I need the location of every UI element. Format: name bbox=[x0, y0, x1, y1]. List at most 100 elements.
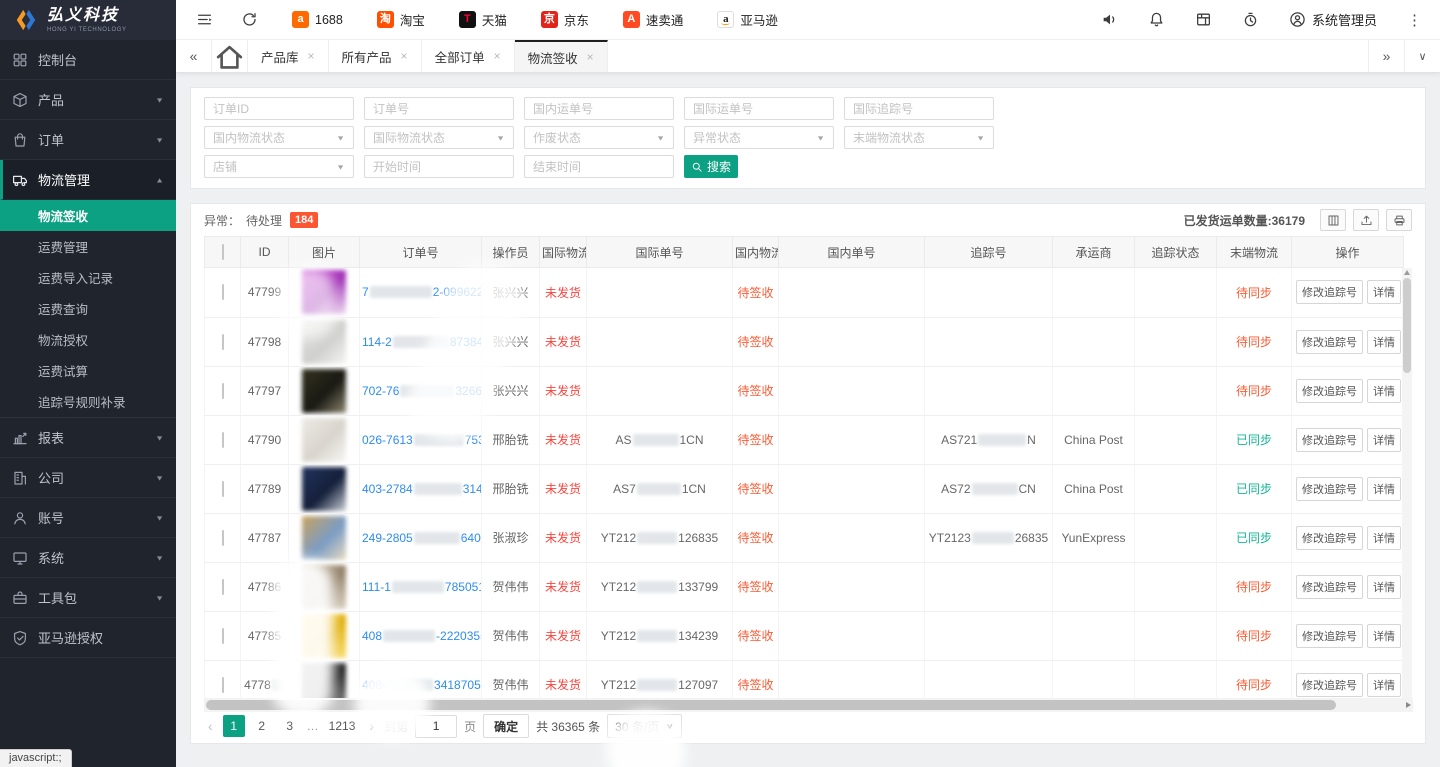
domestic-waybill-input[interactable] bbox=[524, 97, 674, 120]
product-image[interactable] bbox=[302, 516, 346, 560]
submenu-item-freight-manage[interactable]: 运费管理 bbox=[0, 231, 176, 262]
lastmile-status-select[interactable]: 末端物流状态▼ bbox=[844, 126, 994, 149]
tab-logistics-sign[interactable]: 物流签收× bbox=[515, 40, 608, 72]
prev-page-icon[interactable]: ‹ bbox=[205, 718, 216, 734]
marketplace-link-amazon[interactable]: a亚马逊 bbox=[717, 10, 778, 29]
marketplace-link-aliexpress[interactable]: A速卖通 bbox=[623, 10, 684, 29]
order-number-link[interactable]: 026-76137536 bbox=[362, 433, 482, 447]
home-tab[interactable] bbox=[212, 40, 248, 72]
sidebar-item-logistics[interactable]: 物流管理▲ bbox=[0, 160, 176, 200]
product-image[interactable] bbox=[302, 369, 346, 413]
scroll-right-arrow-icon[interactable] bbox=[1406, 702, 1411, 708]
close-tab-icon[interactable]: × bbox=[308, 49, 315, 63]
page-number-2[interactable]: 2 bbox=[251, 715, 273, 737]
submenu-item-logistics-auth[interactable]: 物流授权 bbox=[0, 324, 176, 355]
row-checkbox[interactable] bbox=[222, 530, 224, 546]
next-page-icon[interactable]: › bbox=[366, 718, 377, 734]
edit-tracking-button[interactable]: 修改追踪号 bbox=[1296, 624, 1363, 648]
edit-tracking-button[interactable]: 修改追踪号 bbox=[1296, 673, 1363, 697]
page-size-select[interactable]: 30 条/页∨ bbox=[607, 714, 681, 738]
close-tab-icon[interactable]: × bbox=[401, 49, 408, 63]
tab-product-library[interactable]: 产品库× bbox=[248, 40, 329, 72]
submenu-item-freight-import[interactable]: 运费导入记录 bbox=[0, 262, 176, 293]
marketplace-link-tmall[interactable]: T天猫 bbox=[459, 10, 507, 29]
product-image[interactable] bbox=[302, 467, 346, 511]
detail-button[interactable]: 详情 bbox=[1367, 575, 1401, 599]
sidebar-item-report[interactable]: 报表▼ bbox=[0, 418, 176, 458]
submenu-item-freight-query[interactable]: 运费查询 bbox=[0, 293, 176, 324]
order-number-link[interactable]: 403-27843148 bbox=[362, 482, 482, 496]
detail-button[interactable]: 详情 bbox=[1367, 280, 1401, 304]
timer-icon[interactable] bbox=[1242, 11, 1259, 28]
product-image[interactable] bbox=[302, 320, 346, 364]
tab-all-orders[interactable]: 全部订单× bbox=[422, 40, 515, 72]
horizontal-scrollbar[interactable] bbox=[204, 698, 1413, 712]
edit-tracking-button[interactable]: 修改追踪号 bbox=[1296, 280, 1363, 304]
sidebar-item-order[interactable]: 订单▼ bbox=[0, 120, 176, 160]
domestic-logistics-status-select[interactable]: 国内物流状态▼ bbox=[204, 126, 354, 149]
intl-tracking-input[interactable] bbox=[844, 97, 994, 120]
edit-tracking-button[interactable]: 修改追踪号 bbox=[1296, 330, 1363, 354]
menu-fold-icon[interactable] bbox=[196, 11, 213, 28]
page-number-3[interactable]: 3 bbox=[279, 715, 301, 737]
row-checkbox[interactable] bbox=[222, 628, 224, 644]
pending-count-badge[interactable]: 184 bbox=[290, 212, 318, 228]
announcement-icon[interactable] bbox=[1101, 11, 1118, 28]
select-all-checkbox[interactable] bbox=[222, 244, 224, 260]
shop-select[interactable]: 店铺▼ bbox=[204, 155, 354, 178]
submenu-item-freight-trial[interactable]: 运费试算 bbox=[0, 355, 176, 386]
detail-button[interactable]: 详情 bbox=[1367, 526, 1401, 550]
tabs-scroll-left[interactable]: « bbox=[176, 40, 212, 72]
row-checkbox[interactable] bbox=[222, 579, 224, 595]
submenu-item-sign-receive[interactable]: 物流签收 bbox=[0, 200, 176, 231]
pending-label[interactable]: 待处理 bbox=[246, 212, 282, 229]
intl-logistics-status-select[interactable]: 国际物流状态▼ bbox=[364, 126, 514, 149]
start-time-input[interactable] bbox=[364, 155, 514, 178]
product-image[interactable] bbox=[302, 663, 346, 699]
row-checkbox[interactable] bbox=[222, 432, 224, 448]
detail-button[interactable]: 详情 bbox=[1367, 330, 1401, 354]
detail-button[interactable]: 详情 bbox=[1367, 477, 1401, 501]
sidebar-item-product[interactable]: 产品▼ bbox=[0, 80, 176, 120]
sidebar-item-toolkit[interactable]: 工具包▼ bbox=[0, 578, 176, 618]
panel-grid-icon[interactable] bbox=[1195, 11, 1212, 28]
order-number-link[interactable]: 111-1785051 bbox=[362, 580, 482, 594]
order-number-link[interactable]: 249-2805640 bbox=[362, 531, 481, 545]
edit-tracking-button[interactable]: 修改追踪号 bbox=[1296, 526, 1363, 550]
exception-status-select[interactable]: 异常状态▼ bbox=[684, 126, 834, 149]
submenu-item-tracking-rule[interactable]: 追踪号规则补录 bbox=[0, 386, 176, 417]
sidebar-item-account[interactable]: 账号▼ bbox=[0, 498, 176, 538]
edit-tracking-button[interactable]: 修改追踪号 bbox=[1296, 477, 1363, 501]
admin-user-menu[interactable]: 系统管理员 bbox=[1289, 10, 1377, 29]
sidebar-item-system[interactable]: 系统▼ bbox=[0, 538, 176, 578]
export-button[interactable] bbox=[1353, 209, 1379, 231]
page-number-1[interactable]: 1 bbox=[223, 715, 245, 737]
sidebar-item-amazon-auth[interactable]: 亚马逊授权 bbox=[0, 618, 176, 658]
order-number-link[interactable]: 702-7632663 bbox=[362, 384, 482, 398]
order-number-link[interactable]: 408-3418705 bbox=[362, 678, 481, 692]
product-image[interactable] bbox=[302, 418, 346, 462]
marketplace-link-taobao[interactable]: 淘淘宝 bbox=[377, 10, 425, 29]
intl-waybill-input[interactable] bbox=[684, 97, 834, 120]
goto-page-input[interactable] bbox=[415, 715, 457, 738]
detail-button[interactable]: 详情 bbox=[1367, 428, 1401, 452]
order-id-input[interactable] bbox=[204, 97, 354, 120]
goto-confirm-button[interactable]: 确定 bbox=[483, 714, 529, 738]
tabs-scroll-right[interactable]: » bbox=[1368, 40, 1404, 72]
product-image[interactable] bbox=[302, 565, 346, 609]
product-image[interactable] bbox=[302, 270, 346, 314]
order-number-link[interactable]: 408-2220355 bbox=[362, 629, 482, 643]
column-settings-button[interactable] bbox=[1320, 209, 1346, 231]
edit-tracking-button[interactable]: 修改追踪号 bbox=[1296, 428, 1363, 452]
marketplace-link-jd[interactable]: 京京东 bbox=[541, 10, 589, 29]
row-checkbox[interactable] bbox=[222, 383, 224, 399]
refresh-icon[interactable] bbox=[241, 11, 258, 28]
row-checkbox[interactable] bbox=[222, 334, 224, 350]
scroll-up-arrow-icon[interactable] bbox=[1404, 270, 1410, 275]
search-button[interactable]: 搜索 bbox=[684, 155, 738, 178]
tab-all-products[interactable]: 所有产品× bbox=[329, 40, 422, 72]
sidebar-item-company[interactable]: 公司▼ bbox=[0, 458, 176, 498]
print-button[interactable] bbox=[1386, 209, 1412, 231]
sidebar-item-dashboard[interactable]: 控制台 bbox=[0, 40, 176, 80]
notification-bell-icon[interactable] bbox=[1148, 11, 1165, 28]
